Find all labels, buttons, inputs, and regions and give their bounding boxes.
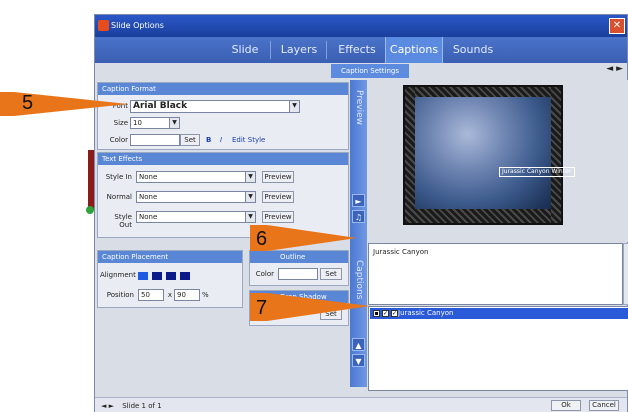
- callout-label-5: 5: [22, 92, 34, 114]
- callout-label-7: 7: [256, 297, 268, 319]
- callout-arrow-5: [0, 92, 128, 116]
- screenshot-canvas: Slide Options ✕ Slide Layers Effects Cap…: [0, 0, 628, 412]
- callout-arrows-layer: [0, 92, 370, 321]
- callout-label-6: 6: [256, 228, 268, 250]
- callout-arrow-7: [250, 293, 370, 321]
